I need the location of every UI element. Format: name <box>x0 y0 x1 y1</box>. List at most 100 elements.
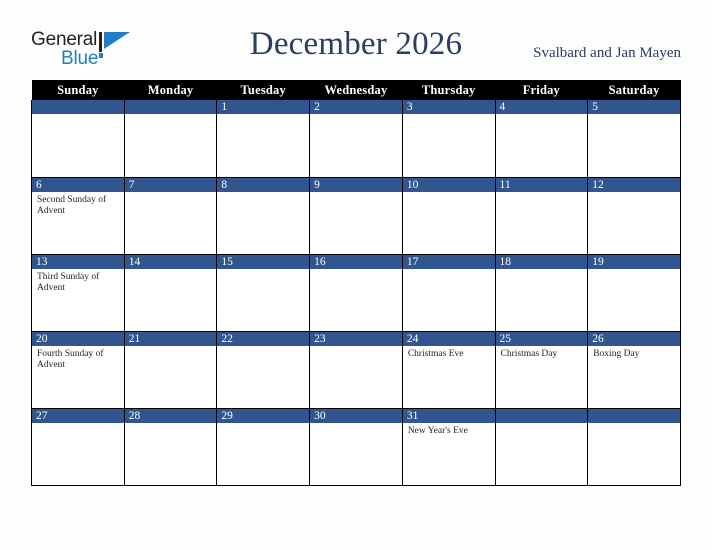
month-calendar-table: Sunday Monday Tuesday Wednesday Thursday… <box>31 80 681 486</box>
day-number: 13 <box>32 254 124 269</box>
day-event-label: Boxing Day <box>593 348 640 359</box>
day-cell-content: 29 <box>217 408 310 485</box>
weekday-header-saturday: Saturday <box>587 80 681 100</box>
day-event-label: Second Sunday of Advent <box>37 194 107 217</box>
day-cell-content: 10 <box>402 177 495 254</box>
calendar-day-cell[interactable]: 17 <box>401 254 496 332</box>
calendar-day-cell[interactable]: 24 Christmas Eve <box>401 331 496 409</box>
day-number: 1 <box>217 100 310 114</box>
calendar-day-cell[interactable]: 1 <box>216 100 311 178</box>
calendar-week-row: 6 Second Sunday of Advent 7 8 9 10 11 12 <box>31 177 681 255</box>
day-number <box>124 100 217 114</box>
day-number: 18 <box>495 254 588 269</box>
calendar-day-cell[interactable]: 30 <box>309 408 403 486</box>
calendar-day-cell[interactable]: 27 <box>31 408 125 486</box>
day-number: 22 <box>217 331 310 346</box>
calendar-day-cell[interactable]: 28 <box>123 408 218 486</box>
calendar-day-cell[interactable]: 20 Fourth Sunday of Advent <box>31 331 125 409</box>
calendar-day-cell[interactable]: 19 <box>587 254 681 332</box>
calendar-day-cell[interactable]: 11 <box>494 177 589 255</box>
calendar-day-cell[interactable]: 3 <box>401 100 496 178</box>
calendar-day-cell[interactable]: 31 New Year's Eve <box>401 408 496 486</box>
calendar-day-cell[interactable]: 10 <box>401 177 496 255</box>
day-number: 17 <box>402 254 495 269</box>
calendar-day-cell[interactable]: 4 <box>494 100 589 178</box>
day-number: 12 <box>588 177 680 192</box>
weekday-header-row: Sunday Monday Tuesday Wednesday Thursday… <box>31 80 681 100</box>
day-cell-content: 16 <box>310 254 402 331</box>
calendar-day-cell[interactable]: 12 <box>587 177 681 255</box>
day-cell-content <box>588 408 680 485</box>
calendar-day-cell[interactable]: 29 <box>216 408 311 486</box>
calendar-day-cell[interactable]: 14 <box>123 254 218 332</box>
calendar-day-cell[interactable]: 22 <box>216 331 311 409</box>
day-cell-content <box>124 100 217 177</box>
day-cell-content: 15 <box>217 254 310 331</box>
calendar-page: General Blue December 2026 Svalbard and … <box>0 0 712 550</box>
day-cell-content: 25 Christmas Day <box>495 331 588 408</box>
day-cell-content: 9 <box>310 177 402 254</box>
day-cell-content: 24 Christmas Eve <box>402 331 495 408</box>
calendar-day-cell[interactable]: 26 Boxing Day <box>587 331 681 409</box>
day-cell-content: 30 <box>310 408 402 485</box>
day-number: 25 <box>495 331 588 346</box>
day-number: 4 <box>495 100 588 114</box>
calendar-day-cell[interactable]: 21 <box>123 331 218 409</box>
weekday-header-wednesday: Wednesday <box>309 80 403 100</box>
calendar-day-cell[interactable]: 8 <box>216 177 311 255</box>
day-number: 26 <box>588 331 680 346</box>
calendar-day-cell[interactable]: 9 <box>309 177 403 255</box>
day-cell-content: 2 <box>310 100 402 177</box>
day-number: 29 <box>217 408 310 423</box>
day-cell-content: 18 <box>495 254 588 331</box>
day-cell-content: 19 <box>588 254 680 331</box>
day-number: 20 <box>32 331 124 346</box>
region-label: Svalbard and Jan Mayen <box>533 45 681 61</box>
calendar-day-cell[interactable]: 7 <box>123 177 218 255</box>
day-cell-content: 12 <box>588 177 680 254</box>
weekday-header-sunday: Sunday <box>31 80 125 100</box>
page-header: General Blue December 2026 Svalbard and … <box>0 0 712 78</box>
calendar-day-cell[interactable]: 13 Third Sunday of Advent <box>31 254 125 332</box>
calendar-day-cell[interactable]: 18 <box>494 254 589 332</box>
day-number: 7 <box>124 177 217 192</box>
day-cell-content: 5 <box>588 100 680 177</box>
day-cell-content <box>32 100 124 177</box>
calendar-week-row: 27 28 29 30 31 New Year's Eve <box>31 408 681 486</box>
day-event-label: Fourth Sunday of Advent <box>37 348 104 371</box>
calendar-week-row: 20 Fourth Sunday of Advent 21 22 23 24 Christm… <box>31 331 681 409</box>
day-cell-content: 1 <box>217 100 310 177</box>
day-cell-content: 22 <box>217 331 310 408</box>
day-number: 2 <box>310 100 402 114</box>
day-number: 3 <box>402 100 495 114</box>
calendar-empty-cell <box>31 100 125 178</box>
calendar-day-cell[interactable]: 15 <box>216 254 311 332</box>
day-cell-content: 20 Fourth Sunday of Advent <box>32 331 124 408</box>
day-number: 28 <box>124 408 217 423</box>
day-cell-content: 27 <box>32 408 124 485</box>
calendar-day-cell[interactable]: 5 <box>587 100 681 178</box>
day-event-label: New Year's Eve <box>407 425 468 436</box>
day-number <box>495 408 588 423</box>
day-cell-content <box>495 408 588 485</box>
day-number: 14 <box>124 254 217 269</box>
day-cell-content: 23 <box>310 331 402 408</box>
day-cell-content: 13 Third Sunday of Advent <box>32 254 124 331</box>
day-number <box>588 408 680 423</box>
calendar-day-cell[interactable]: 23 <box>309 331 403 409</box>
calendar-day-cell[interactable]: 16 <box>309 254 403 332</box>
calendar-body: 1 2 3 4 5 6 Second Sunday of Advent 7 8 9 10 11 12 13… <box>31 100 681 486</box>
day-number: 11 <box>495 177 588 192</box>
day-number: 8 <box>217 177 310 192</box>
day-cell-content: 7 <box>124 177 217 254</box>
calendar-day-cell[interactable]: 25 Christmas Day <box>494 331 589 409</box>
day-cell-content: 4 <box>495 100 588 177</box>
day-cell-content: 31 New Year's Eve <box>402 408 495 485</box>
day-event-label: Christmas Day <box>500 348 558 359</box>
day-cell-content: 14 <box>124 254 217 331</box>
calendar-day-cell[interactable]: 6 Second Sunday of Advent <box>31 177 125 255</box>
day-cell-content: 3 <box>402 100 495 177</box>
calendar-day-cell[interactable]: 2 <box>309 100 403 178</box>
calendar-week-row: 13 Third Sunday of Advent 14 15 16 17 18 19 <box>31 254 681 332</box>
weekday-header-tuesday: Tuesday <box>216 80 310 100</box>
